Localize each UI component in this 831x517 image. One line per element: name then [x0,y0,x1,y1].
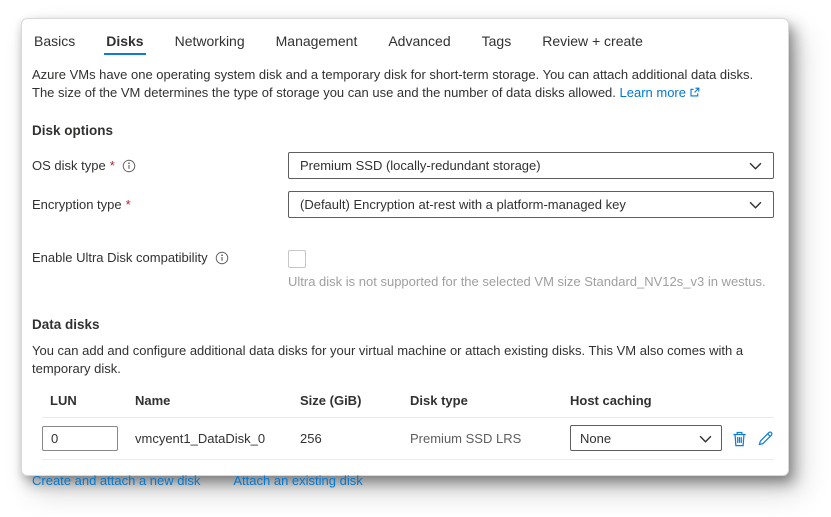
ultra-disk-control: Ultra disk is not supported for the sele… [288,250,774,290]
os-disk-type-row: OS disk type * Premium SSD (locally-redu… [32,152,774,179]
tab-networking[interactable]: Networking [173,28,247,58]
table-row: vmcyent1_DataDisk_0 256 Premium SSD LRS … [42,418,774,460]
column-header-name: Name [135,393,300,408]
encryption-type-row: Encryption type * (Default) Encryption a… [32,191,774,218]
create-new-disk-link[interactable]: Create and attach a new disk [32,473,200,488]
chevron-down-icon [749,197,762,212]
tab-advanced[interactable]: Advanced [386,28,452,58]
encryption-type-label: Encryption type * [32,197,288,212]
intro-text: Azure VMs have one operating system disk… [32,66,774,103]
panel-content: Basics Disks Networking Management Advan… [22,19,788,488]
info-icon[interactable] [215,251,229,265]
os-disk-type-label-text: OS disk type [32,158,106,173]
attach-existing-disk-link[interactable]: Attach an existing disk [233,473,362,488]
encryption-type-label-text: Encryption type [32,197,122,212]
chevron-down-icon [699,431,712,446]
tab-review-create[interactable]: Review + create [540,28,645,58]
data-disks-description: You can add and configure additional dat… [32,342,774,378]
column-header-lun: LUN [42,393,135,408]
learn-more-link[interactable]: Learn more [620,85,700,100]
ultra-disk-row: Enable Ultra Disk compatibility Ultra di… [32,250,774,290]
chevron-down-icon [749,158,762,173]
encryption-type-value: (Default) Encryption at-rest with a plat… [300,197,626,212]
learn-more-label: Learn more [620,85,686,100]
required-asterisk: * [110,158,115,173]
tab-tags[interactable]: Tags [480,28,514,58]
data-disks-heading: Data disks [32,317,774,332]
required-asterisk: * [126,197,131,212]
os-disk-type-value: Premium SSD (locally-redundant storage) [300,158,541,173]
lun-input[interactable] [42,426,118,451]
encryption-type-dropdown[interactable]: (Default) Encryption at-rest with a plat… [288,191,774,218]
os-disk-type-label: OS disk type * [32,158,288,173]
tab-management[interactable]: Management [274,28,360,58]
disk-options-heading: Disk options [32,123,774,138]
column-header-host-caching: Host caching [570,393,774,408]
ultra-disk-label-text: Enable Ultra Disk compatibility [32,250,208,265]
tab-disks[interactable]: Disks [104,28,145,58]
host-caching-value: None [580,431,611,446]
column-header-disk-type: Disk type [410,393,570,408]
ultra-disk-label: Enable Ultra Disk compatibility [32,250,288,265]
data-disks-table: LUN Name Size (GiB) Disk type Host cachi… [42,393,774,460]
os-disk-type-dropdown[interactable]: Premium SSD (locally-redundant storage) [288,152,774,179]
lun-cell [42,426,135,451]
tab-basics[interactable]: Basics [32,28,77,58]
edit-disk-icon[interactable] [757,430,774,447]
disk-action-links: Create and attach a new disk Attach an e… [32,473,774,488]
external-link-icon [689,85,700,103]
ultra-disk-note: Ultra disk is not supported for the sele… [288,273,774,290]
delete-disk-icon[interactable] [731,430,748,447]
column-header-size: Size (GiB) [300,393,410,408]
disk-type-cell: Premium SSD LRS [410,431,570,446]
host-caching-dropdown[interactable]: None [570,425,722,451]
ultra-disk-checkbox[interactable] [288,250,306,268]
table-header-row: LUN Name Size (GiB) Disk type Host cachi… [42,393,774,418]
host-caching-cell: None [570,425,774,451]
disk-size-cell: 256 [300,431,410,446]
info-icon[interactable] [122,159,136,173]
disks-tab-panel: Basics Disks Networking Management Advan… [21,18,789,476]
disk-name-cell: vmcyent1_DataDisk_0 [135,431,300,446]
wizard-tabs: Basics Disks Networking Management Advan… [32,28,774,58]
